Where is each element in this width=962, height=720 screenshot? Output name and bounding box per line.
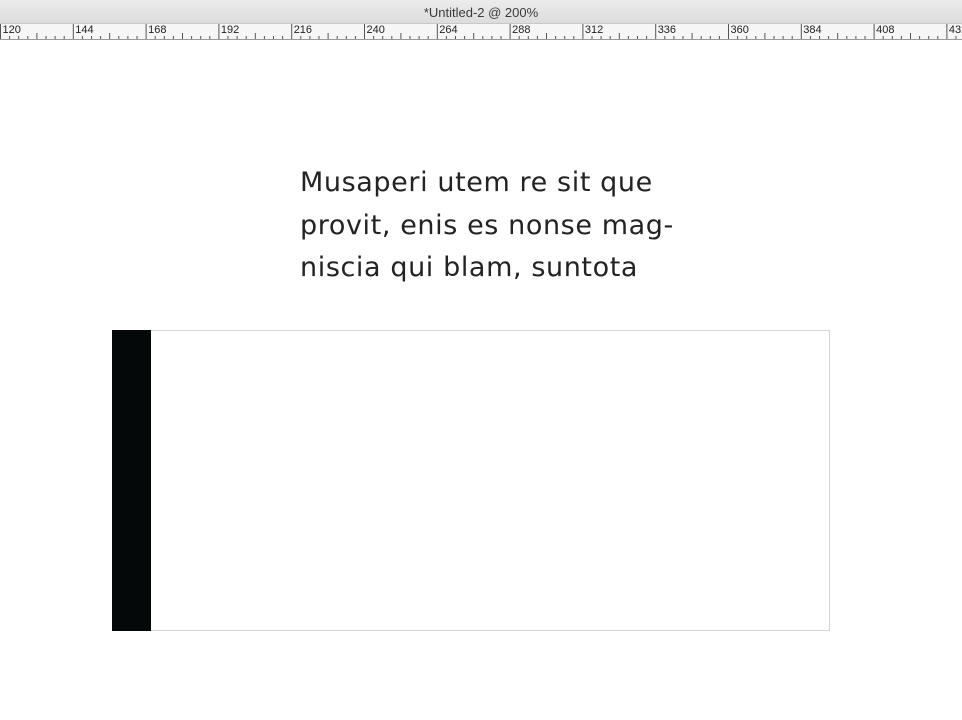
ruler-label: 144	[75, 24, 94, 36]
ruler-label: 408	[876, 24, 895, 36]
text-line-1: Musaperi utem re sit que	[300, 167, 653, 198]
horizontal-ruler[interactable]: 120 144 168 192 216 240 264 288 312 336 360 384 408 4…	[0, 24, 962, 40]
ruler-label: 288	[512, 24, 531, 36]
rectangle-frame[interactable]	[112, 330, 830, 631]
ruler-label: 360	[730, 24, 749, 36]
ruler-label: 192	[220, 24, 240, 36]
text-line-3: niscia qui blam, suntota	[300, 252, 639, 283]
ruler-label: 120	[2, 24, 21, 36]
ruler-label: 264	[439, 24, 458, 36]
ruler-label: 216	[293, 24, 313, 36]
ruler-label: 312	[584, 24, 604, 36]
window-titlebar[interactable]: *Untitled-2 @ 200%	[0, 0, 962, 24]
window-title: *Untitled-2 @ 200%	[423, 5, 539, 20]
ruler-label: 240	[366, 24, 385, 36]
ruler-label: 432	[948, 24, 962, 36]
text-frame[interactable]: Musaperi utem re sit que provit, enis es…	[300, 162, 720, 290]
text-line-2: provit, enis es nonse mag-	[300, 209, 674, 241]
black-bar-shape[interactable]	[112, 330, 151, 631]
ruler-label: 336	[657, 24, 677, 36]
document-canvas[interactable]: Musaperi utem re sit que provit, enis es…	[0, 40, 962, 720]
ruler-label: 168	[148, 24, 167, 36]
ruler-label: 384	[803, 24, 822, 36]
